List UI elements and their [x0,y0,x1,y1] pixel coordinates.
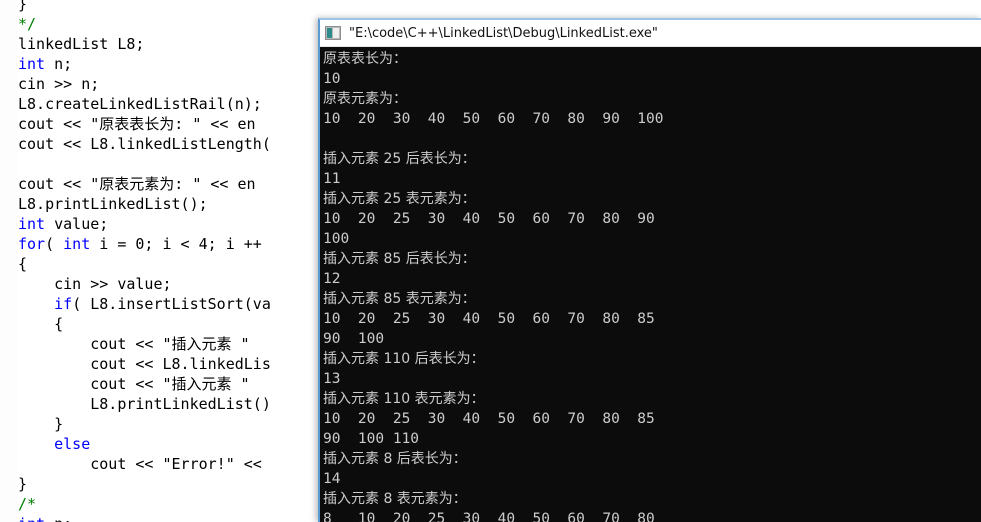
console-output-line: 13 [323,371,341,387]
console-titlebar[interactable]: "E:\code\C++\LinkedList\Debug\LinkedList… [320,20,981,47]
code-token: cout << L8.linkedListLength( [18,135,271,153]
console-output-line: 插入元素 110 表元素为： [323,391,485,407]
code-token: cout << "插入元素 " [90,335,250,353]
console-output-line: 12 [323,271,341,287]
code-token: else [54,435,91,453]
code-token: } [18,0,28,13]
code-token: } [54,415,64,433]
console-output-line: 原表表长为： [323,51,407,67]
code-token: } [18,475,28,493]
code-token: { [18,255,28,273]
console-output-line: 90 100 110 [323,431,420,447]
console-output-line: 10 [323,71,341,87]
code-token: int [18,515,45,522]
code-token: /* [18,495,37,513]
console-window-icon [325,26,341,40]
code-token: cin >> n; [18,75,100,93]
code-token: cout << "插入元素 " [90,375,250,393]
code-token: int [63,235,91,253]
code-token: L8.printLinkedList(); [18,195,208,213]
console-output-line: 插入元素 8 表元素为： [323,491,467,507]
console-output-line: 原表元素为： [323,91,407,107]
code-token: cout << "原表表长为: " << en [18,115,256,133]
code-token: { [54,315,64,333]
console-output-line: 插入元素 85 后表长为： [323,251,476,267]
code-token: for [18,235,46,253]
code-token: value; [45,215,109,233]
console-output-line: 10 20 25 30 40 50 60 70 80 85 [323,411,655,427]
console-output-line: 14 [323,471,341,487]
console-window[interactable]: "E:\code\C++\LinkedList\Debug\LinkedList… [318,18,981,522]
console-output-line: 插入元素 8 后表长为： [323,451,467,467]
code-token: L8.createLinkedListRail(n); [18,95,262,113]
console-output-line: 8 10 20 25 30 40 50 60 70 80 [323,511,655,522]
code-token: cin >> value; [54,275,172,293]
code-token: L8.printLinkedList() [90,395,271,413]
console-output-area[interactable]: 原表表长为： 10 原表元素为： 10 20 30 40 50 60 70 80 90… [320,47,981,522]
code-token: ( [45,235,64,253]
code-token: cout << L8.linkedLis [90,355,271,373]
code-token: linkedList L8; [18,35,145,53]
code-token: n; [45,515,72,522]
editor-gutter[interactable] [0,0,18,522]
code-token: int [18,55,46,73]
console-output-line: 插入元素 25 表元素为： [323,191,476,207]
console-output-line: 插入元素 25 后表长为： [323,151,476,167]
code-token: if [54,295,73,313]
console-output-line: 10 20 25 30 40 50 60 70 80 90 [323,211,655,227]
code-token: i = 0; i < 4; i ++ [90,235,262,253]
code-token: int [18,215,46,233]
code-token: */ [18,15,37,33]
code-token: cout << "原表元素为: " << en [18,175,256,193]
console-output-line: 插入元素 110 后表长为： [323,351,485,367]
console-output-line: 10 20 25 30 40 50 60 70 80 85 [323,311,655,327]
console-output-line: 11 [323,171,341,187]
console-title-text: "E:\code\C++\LinkedList\Debug\LinkedList… [349,25,658,41]
code-line: } [18,0,981,14]
console-output-line: 10 20 30 40 50 60 70 80 90 100 [323,111,664,127]
code-token: cout << "Error!" << [90,455,262,473]
screen-root: } */ linkedList L8; int n; cin >> n; L8.creat… [0,0,981,522]
code-token: ( L8.insertListSort(va [72,295,271,313]
code-token: n; [45,55,73,73]
console-output-line: 90 100 [323,331,385,347]
console-output-line: 100 [323,231,350,247]
console-output-line: 插入元素 85 表元素为： [323,291,476,307]
